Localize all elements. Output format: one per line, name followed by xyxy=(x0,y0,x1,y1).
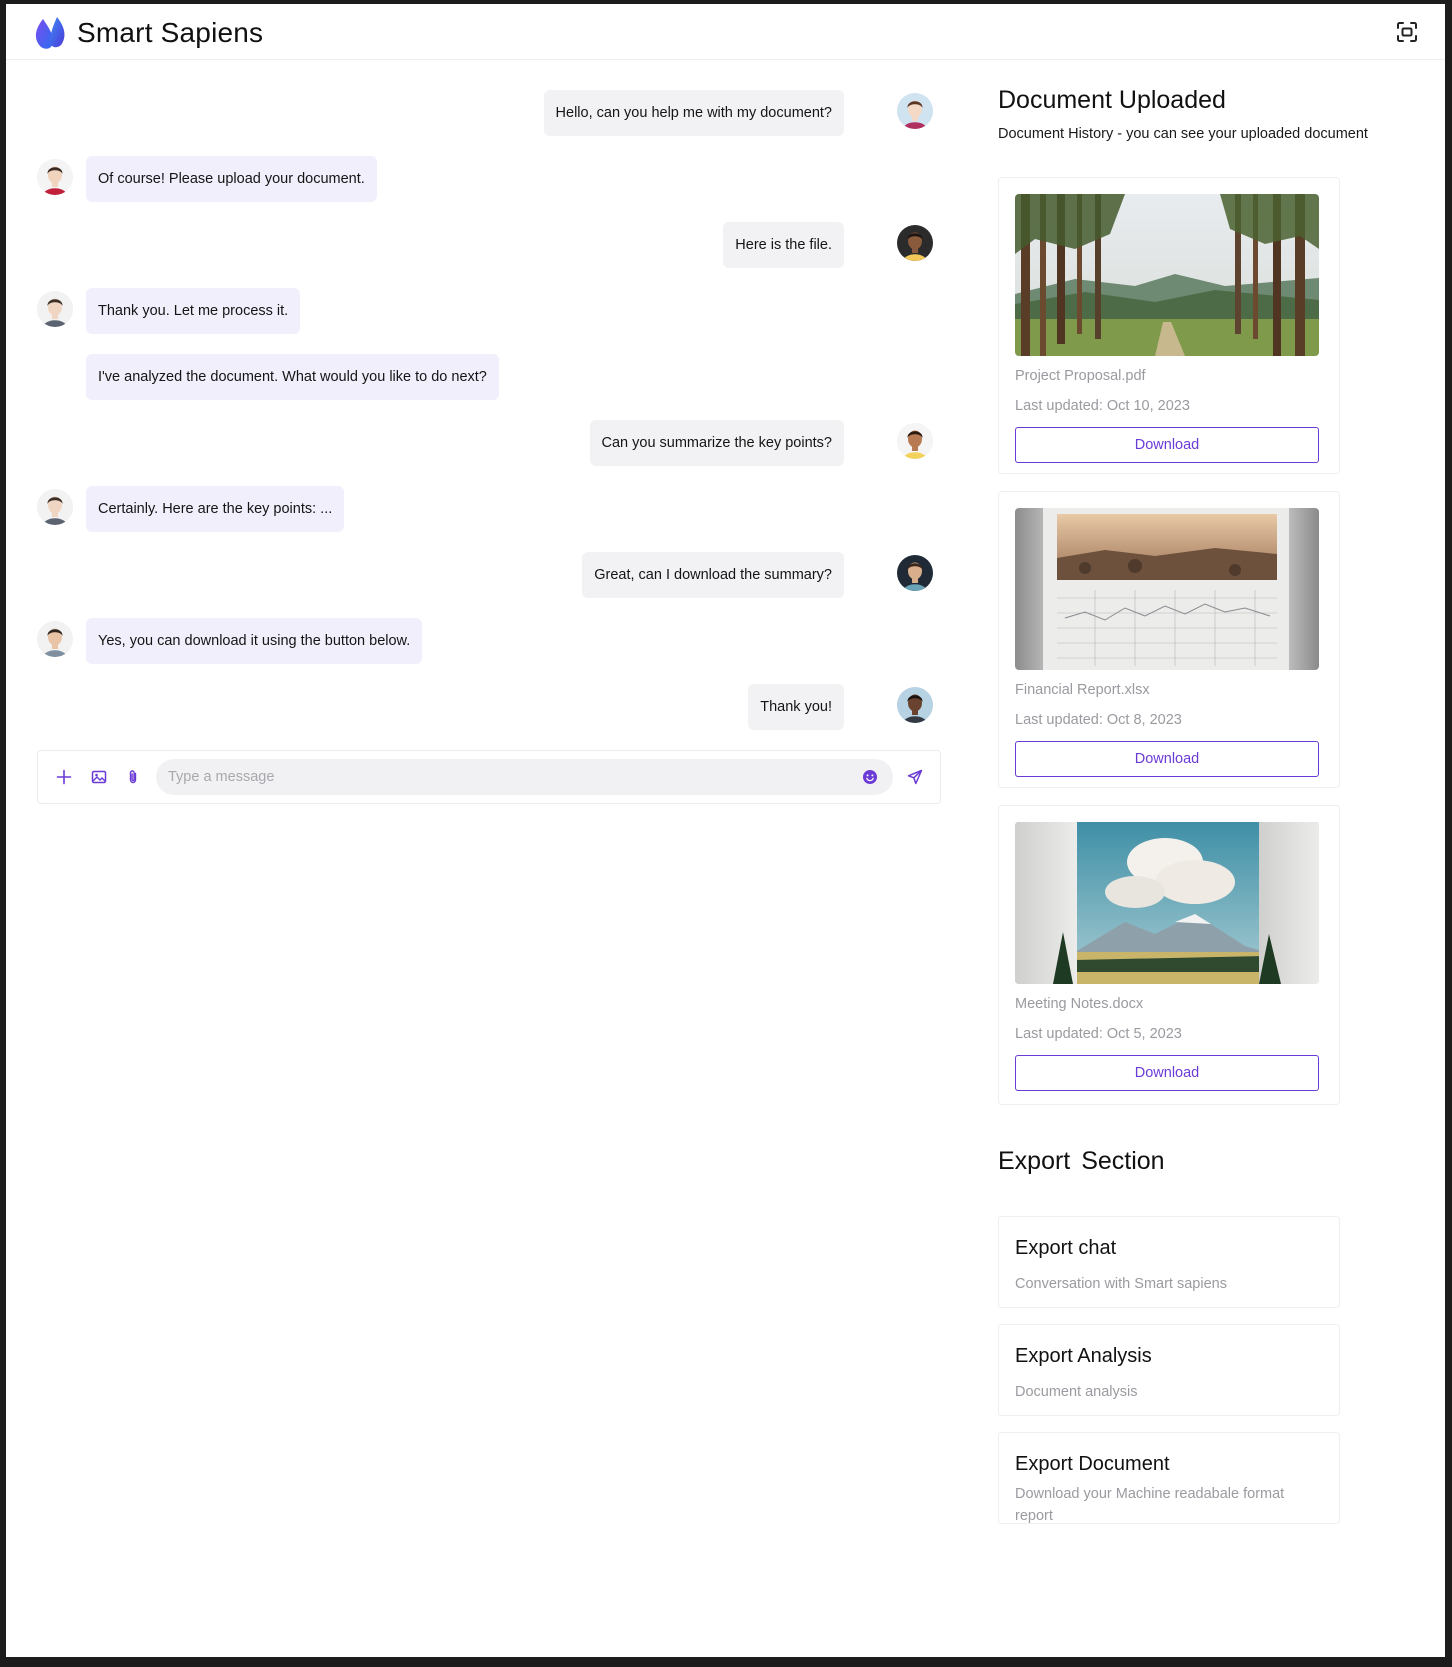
assistant-message-row: Of course! Please upload your document. xyxy=(6,156,946,206)
download-button[interactable]: Download xyxy=(1015,741,1319,777)
assistant-message-row: Thank you. Let me process it. xyxy=(6,288,946,338)
send-icon xyxy=(907,769,923,785)
logo-icon xyxy=(33,15,67,51)
avatar[interactable] xyxy=(37,291,73,327)
image-icon xyxy=(91,770,107,784)
app-frame: Smart Sapiens Hello, can you help me wit… xyxy=(6,4,1445,1657)
document-thumbnail-report xyxy=(1015,508,1319,670)
export-card-title: Export Document xyxy=(1015,1453,1170,1475)
message-bubble: Of course! Please upload your document. xyxy=(86,156,377,202)
document-name: Project Proposal.pdf xyxy=(1015,368,1146,384)
message-input[interactable] xyxy=(156,759,893,795)
avatar[interactable] xyxy=(897,423,933,459)
document-card: Financial Report.xlsx Last updated: Oct … xyxy=(998,491,1340,788)
avatar[interactable] xyxy=(37,489,73,525)
header: Smart Sapiens xyxy=(6,4,1445,60)
add-attachment-button[interactable] xyxy=(52,765,76,789)
message-bubble: Thank you! xyxy=(748,684,844,730)
app-title: Smart Sapiens xyxy=(77,17,264,48)
paperclip-icon xyxy=(129,770,137,784)
message-bubble: Certainly. Here are the key points: ... xyxy=(86,486,345,532)
user-message-row: Here is the file. xyxy=(6,222,946,272)
message-bubble: Here is the file. xyxy=(723,222,844,268)
focus-mode-button[interactable] xyxy=(1394,19,1420,45)
export-card-description: Conversation with Smart sapiens xyxy=(1015,1276,1227,1292)
document-name: Financial Report.xlsx xyxy=(1015,682,1150,698)
export-card-description: Document analysis xyxy=(1015,1384,1138,1400)
user-message-row: Thank you! xyxy=(6,684,946,734)
avatar[interactable] xyxy=(897,687,933,723)
document-updated: Last updated: Oct 10, 2023 xyxy=(1015,398,1190,414)
document-card: Meeting Notes.docx Last updated: Oct 5, … xyxy=(998,805,1340,1105)
documents-title: Document Uploaded xyxy=(998,86,1226,114)
export-card-description: Download your Machine readabale format r… xyxy=(1015,1486,1285,1524)
scan-icon xyxy=(1397,22,1417,42)
assistant-message-row: I've analyzed the document. What would y… xyxy=(6,354,946,404)
document-name: Meeting Notes.docx xyxy=(1015,996,1144,1012)
documents-subtitle: Document History - you can see your uplo… xyxy=(998,126,1368,142)
export-analysis-card[interactable]: Export Analysis Document analysis xyxy=(998,1324,1340,1416)
message-bubble: Can you summarize the key points? xyxy=(589,420,844,466)
assistant-message-row: Certainly. Here are the key points: ... xyxy=(6,486,946,536)
avatar[interactable] xyxy=(897,225,933,261)
avatar[interactable] xyxy=(897,93,933,129)
avatar[interactable] xyxy=(897,555,933,591)
download-button[interactable]: Download xyxy=(1015,1055,1319,1091)
message-composer xyxy=(37,750,941,804)
send-button[interactable] xyxy=(903,765,927,789)
document-updated: Last updated: Oct 5, 2023 xyxy=(1015,1026,1182,1042)
smiley-icon xyxy=(863,770,877,784)
insert-image-button[interactable] xyxy=(87,765,111,789)
user-message-row: Hello, can you help me with my document? xyxy=(6,90,946,140)
export-card-title: Export Analysis xyxy=(1015,1345,1152,1367)
emoji-button[interactable] xyxy=(858,765,882,789)
plus-icon xyxy=(56,769,72,785)
document-thumbnail-mountain xyxy=(1015,822,1319,984)
message-bubble: Yes, you can download it using the butto… xyxy=(86,618,423,664)
document-thumbnail-forest xyxy=(1015,194,1319,356)
message-bubble: Hello, can you help me with my document? xyxy=(543,90,844,136)
avatar[interactable] xyxy=(37,159,73,195)
message-bubble: Thank you. Let me process it. xyxy=(86,288,301,334)
document-card: Project Proposal.pdf Last updated: Oct 1… xyxy=(998,177,1340,474)
export-document-card[interactable]: Export Document Download your Machine re… xyxy=(998,1432,1340,1524)
message-bubble: Great, can I download the summary? xyxy=(582,552,844,598)
export-card-title: Export chat xyxy=(1015,1237,1117,1259)
message-bubble: I've analyzed the document. What would y… xyxy=(86,354,499,400)
attach-file-button[interactable] xyxy=(121,765,145,789)
download-button[interactable]: Download xyxy=(1015,427,1319,463)
chat-thread: Hello, can you help me with my document?… xyxy=(6,60,946,820)
avatar[interactable] xyxy=(37,621,73,657)
assistant-message-row: Yes, you can download it using the butto… xyxy=(6,618,946,668)
export-section-title: Export Section xyxy=(998,1147,1165,1175)
document-updated: Last updated: Oct 8, 2023 xyxy=(1015,712,1182,728)
user-message-row: Can you summarize the key points? xyxy=(6,420,946,470)
user-message-row: Great, can I download the summary? xyxy=(6,552,946,602)
export-chat-card[interactable]: Export chat Conversation with Smart sapi… xyxy=(998,1216,1340,1308)
